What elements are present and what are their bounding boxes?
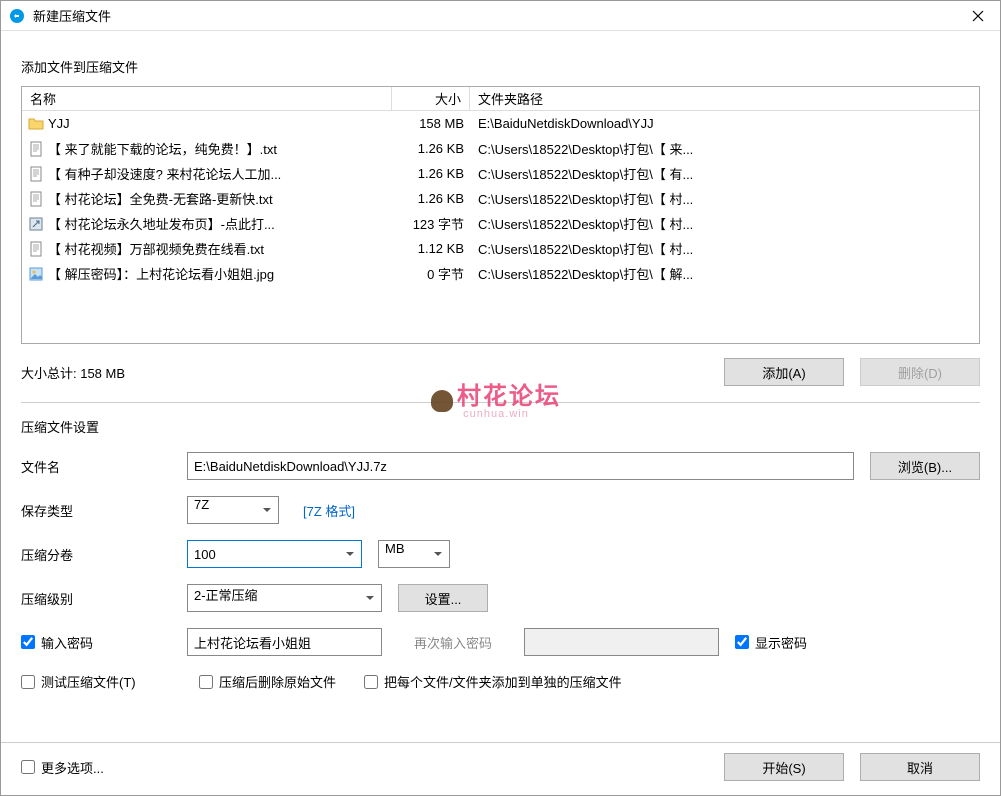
- settings-heading: 压缩文件设置: [21, 417, 980, 436]
- delete-button: 删除(D): [860, 358, 980, 386]
- split-unit-select[interactable]: MB: [378, 540, 450, 568]
- close-button[interactable]: [955, 1, 1000, 31]
- separate-archives-checkbox[interactable]: 把每个文件/文件夹添加到单独的压缩文件: [364, 672, 622, 691]
- file-size: 1.26 KB: [392, 141, 470, 156]
- file-row[interactable]: 【 村花论坛永久地址发布页】-点此打... 123 字节C:\Users\1852…: [22, 211, 979, 236]
- level-select[interactable]: 2-正常压缩: [187, 584, 382, 612]
- total-size-label: 大小总计: 158 MB: [21, 363, 724, 382]
- file-row[interactable]: 【 来了就能下载的论坛，纯免费！】.txt 1.26 KBC:\Users\185…: [22, 136, 979, 161]
- more-options-checkbox[interactable]: 更多选项...: [21, 758, 104, 777]
- column-header-size[interactable]: 大小: [392, 87, 470, 110]
- app-icon: [9, 8, 25, 24]
- add-button[interactable]: 添加(A): [724, 358, 844, 386]
- file-size: 1.26 KB: [392, 191, 470, 206]
- shortcut-icon: [28, 216, 44, 232]
- file-size: 158 MB: [392, 116, 470, 131]
- file-row[interactable]: 【 村花视频】万部视频免费在线看.txt 1.12 KBC:\Users\1852…: [22, 236, 979, 261]
- settings-button[interactable]: 设置...: [398, 584, 488, 612]
- column-header-path[interactable]: 文件夹路径: [470, 87, 979, 110]
- folder-icon: [28, 116, 44, 132]
- img-icon: [28, 266, 44, 282]
- file-name: 【 解压密码】：上村花论坛看小姐姐.jpg: [48, 264, 274, 283]
- file-path: C:\Users\18522\Desktop\打包\【 村...: [470, 214, 979, 233]
- save-type-select[interactable]: 7Z: [187, 496, 279, 524]
- cancel-button[interactable]: 取消: [860, 753, 980, 781]
- file-size: 1.26 KB: [392, 166, 470, 181]
- delete-after-checkbox[interactable]: 压缩后删除原始文件: [199, 672, 336, 691]
- browse-button[interactable]: 浏览(B)...: [870, 452, 980, 480]
- txt-icon: [28, 166, 44, 182]
- file-name: 【 村花论坛永久地址发布页】-点此打...: [48, 214, 275, 233]
- file-path: E:\BaiduNetdiskDownload\YJJ: [470, 116, 979, 131]
- file-name: 【 来了就能下载的论坛，纯免费！】.txt: [48, 139, 277, 158]
- file-row[interactable]: 【 解压密码】：上村花论坛看小姐姐.jpg 0 字节C:\Users\18522\…: [22, 261, 979, 286]
- column-header-name[interactable]: 名称: [22, 87, 392, 110]
- start-button[interactable]: 开始(S): [724, 753, 844, 781]
- txt-icon: [28, 141, 44, 157]
- password-input[interactable]: [187, 628, 382, 656]
- file-row[interactable]: 【 村花论坛】全免费-无套路-更新快.txt 1.26 KBC:\Users\18…: [22, 186, 979, 211]
- file-path: C:\Users\18522\Desktop\打包\【 村...: [470, 239, 979, 258]
- enter-password-checkbox[interactable]: 输入密码: [21, 633, 171, 652]
- file-row[interactable]: YJJ 158 MBE:\BaiduNetdiskDownload\YJJ: [22, 111, 979, 136]
- file-path: C:\Users\18522\Desktop\打包\【 村...: [470, 189, 979, 208]
- show-password-checkbox[interactable]: 显示密码: [735, 633, 807, 652]
- split-value-input[interactable]: [187, 540, 362, 568]
- filename-label: 文件名: [21, 457, 171, 476]
- txt-icon: [28, 241, 44, 257]
- file-path: C:\Users\18522\Desktop\打包\【 有...: [470, 164, 979, 183]
- save-type-label: 保存类型: [21, 501, 171, 520]
- file-name: 【 有种子却没速度? 来村花论坛人工加...: [48, 164, 281, 183]
- file-path: C:\Users\18522\Desktop\打包\【 来...: [470, 139, 979, 158]
- add-files-heading: 添加文件到压缩文件: [21, 57, 980, 76]
- password-again-label: 再次输入密码: [398, 633, 508, 652]
- txt-icon: [28, 191, 44, 207]
- file-name: 【 村花视频】万部视频免费在线看.txt: [48, 239, 264, 258]
- test-archive-checkbox[interactable]: 测试压缩文件(T): [21, 672, 171, 691]
- split-label: 压缩分卷: [21, 545, 171, 564]
- format-link[interactable]: [7Z 格式]: [303, 501, 355, 520]
- window-title: 新建压缩文件: [33, 6, 955, 25]
- file-name: 【 村花论坛】全免费-无套路-更新快.txt: [48, 189, 273, 208]
- file-path: C:\Users\18522\Desktop\打包\【 解...: [470, 264, 979, 283]
- file-size: 123 字节: [392, 214, 470, 233]
- file-row[interactable]: 【 有种子却没速度? 来村花论坛人工加... 1.26 KBC:\Users\18…: [22, 161, 979, 186]
- file-size: 1.12 KB: [392, 241, 470, 256]
- password-again-input: [524, 628, 719, 656]
- file-list: 名称 大小 文件夹路径 YJJ 158 MBE:\BaiduNetdiskDown…: [21, 86, 980, 344]
- filename-input[interactable]: [187, 452, 854, 480]
- file-size: 0 字节: [392, 264, 470, 283]
- level-label: 压缩级别: [21, 589, 171, 608]
- file-name: YJJ: [48, 116, 70, 131]
